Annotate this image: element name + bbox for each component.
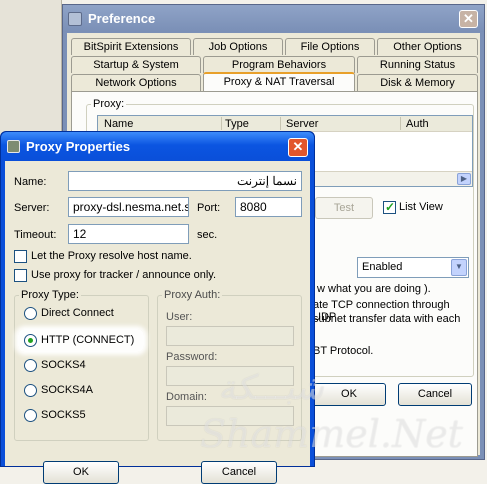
dialog-ok-button[interactable]: OK xyxy=(43,461,119,484)
user-label: User: xyxy=(166,311,193,323)
user-field[interactable] xyxy=(166,326,294,346)
checkmark-icon: ✓ xyxy=(385,200,396,214)
proxy-type-group: Proxy Type: Direct Connect HTTP (CONNECT… xyxy=(14,289,149,441)
test-button[interactable]: Test xyxy=(315,197,373,219)
dialog-close-button[interactable]: ✕ xyxy=(288,138,308,157)
tab-proxy-nat-traversal[interactable]: Proxy & NAT Traversal xyxy=(203,72,355,91)
scroll-right-arrow-icon[interactable]: ▶ xyxy=(457,173,471,185)
name-label: Name: xyxy=(14,176,47,188)
mode-select[interactable]: Enabled ▼ xyxy=(357,257,469,278)
tracker-only-label: Use proxy for tracker / announce only. xyxy=(31,269,217,281)
tab-startup-system[interactable]: Startup & System xyxy=(71,56,201,73)
resolve-host-checkbox[interactable] xyxy=(14,250,27,263)
radio-socks5-label: SOCKS5 xyxy=(41,409,86,421)
timeout-unit: sec. xyxy=(197,229,218,241)
protocol-text: BT Protocol. xyxy=(313,345,374,357)
radio-socks4-label: SOCKS4 xyxy=(41,359,86,371)
radio-direct-connect-label: Direct Connect xyxy=(41,307,114,319)
preference-title: Preference xyxy=(88,11,156,26)
hint-text: w what you are doing ). xyxy=(317,283,431,295)
radio-socks4a[interactable] xyxy=(24,384,37,397)
column-server[interactable]: Server xyxy=(286,118,318,130)
tab-job-options[interactable]: Job Options xyxy=(193,38,283,55)
port-label: Port: xyxy=(197,202,221,214)
dialog-title: Proxy Properties xyxy=(26,139,131,154)
server-field[interactable]: proxy-dsl.nesma.net.sa xyxy=(68,197,189,217)
tab-disk-memory[interactable]: Disk & Memory xyxy=(357,74,478,91)
app-icon xyxy=(68,12,82,26)
column-auth[interactable]: Auth xyxy=(406,118,429,130)
tab-other-options[interactable]: Other Options xyxy=(377,38,478,55)
proxy-type-label: Proxy Type: xyxy=(19,289,81,301)
column-name[interactable]: Name xyxy=(104,118,133,130)
column-divider[interactable] xyxy=(280,117,281,130)
radio-socks5[interactable] xyxy=(24,409,37,422)
tab-running-status[interactable]: Running Status xyxy=(357,56,478,73)
chevron-down-icon[interactable]: ▼ xyxy=(451,259,467,276)
name-field[interactable]: نسما إنترنت xyxy=(68,171,302,191)
tab-bitspirit-extensions[interactable]: BitSpirit Extensions xyxy=(71,38,191,55)
preference-titlebar[interactable]: Preference ✕ xyxy=(63,5,484,32)
dialog-titlebar[interactable]: Proxy Properties ✕ xyxy=(1,132,314,161)
preference-cancel-button[interactable]: Cancel xyxy=(398,383,472,406)
radio-socks4a-label: SOCKS4A xyxy=(41,384,93,396)
password-label: Password: xyxy=(166,351,218,363)
preference-close-button[interactable]: ✕ xyxy=(459,10,478,28)
tab-network-options[interactable]: Network Options xyxy=(71,74,201,91)
proxy-group-label: Proxy: xyxy=(91,98,127,110)
radio-http-connect[interactable] xyxy=(24,334,37,347)
port-field[interactable]: 8080 xyxy=(235,197,302,217)
radio-socks4[interactable] xyxy=(24,359,37,372)
dialog-cancel-button[interactable]: Cancel xyxy=(201,461,277,484)
proxy-auth-label: Proxy Auth: xyxy=(162,289,223,301)
watermark-arabic: شبـــكة xyxy=(218,368,324,408)
radio-http-connect-label: HTTP (CONNECT) xyxy=(41,334,135,346)
app-icon xyxy=(7,140,20,153)
watermark-latin: Shammel.Net xyxy=(200,412,463,456)
warning-text-line2: subnet transfer data with each xyxy=(313,313,461,325)
resolve-host-label: Let the Proxy resolve host name. xyxy=(31,250,192,262)
column-divider[interactable] xyxy=(400,117,401,130)
column-type[interactable]: Type xyxy=(225,118,249,130)
proxy-list-header: Name Type Server Auth xyxy=(98,116,472,132)
radio-direct-connect[interactable] xyxy=(24,307,37,320)
domain-label: Domain: xyxy=(166,391,207,403)
mode-select-value: Enabled xyxy=(362,261,403,273)
server-label: Server: xyxy=(14,202,50,214)
column-divider[interactable] xyxy=(221,117,222,130)
tab-program-behaviors[interactable]: Program Behaviors xyxy=(203,56,355,73)
tracker-only-checkbox[interactable] xyxy=(14,269,27,282)
list-view-label: List View xyxy=(399,201,443,213)
timeout-label: Timeout: xyxy=(14,229,57,241)
timeout-field[interactable]: 12 xyxy=(68,224,189,244)
list-view-checkbox[interactable]: ✓ xyxy=(383,200,396,214)
tab-file-options[interactable]: File Options xyxy=(285,38,375,55)
